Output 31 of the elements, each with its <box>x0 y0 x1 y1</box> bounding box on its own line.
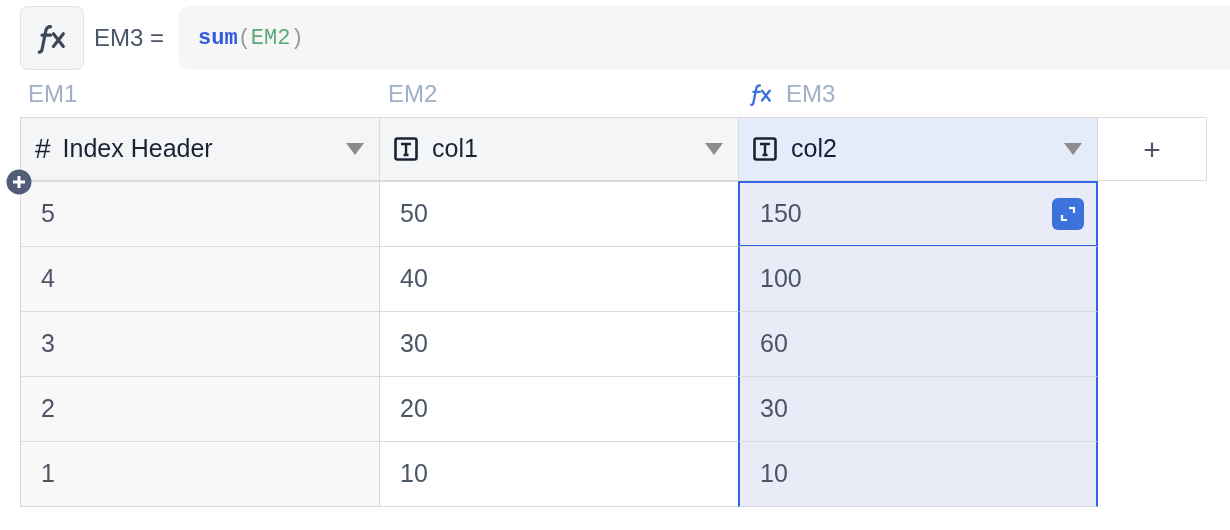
table-cell[interactable]: 10 <box>738 441 1098 507</box>
table-cell[interactable]: 5 <box>20 181 380 247</box>
column-header[interactable]: col2 <box>738 117 1098 181</box>
table-cell[interactable]: 30 <box>738 376 1098 442</box>
dropdown-caret-icon[interactable] <box>704 142 724 156</box>
add-row-icon[interactable] <box>6 169 32 195</box>
table-cell[interactable]: 3 <box>20 311 380 377</box>
add-column-button[interactable]: + <box>1097 117 1207 181</box>
table-cell[interactable]: 100 <box>738 246 1098 312</box>
dropdown-caret-icon[interactable] <box>345 142 365 156</box>
formula-button[interactable] <box>20 6 84 70</box>
table-cell[interactable]: 150 <box>738 181 1098 247</box>
cell-reference: EM3 = <box>94 23 165 53</box>
table-cell[interactable]: 1 <box>20 441 380 507</box>
column-reference: EM3 <box>786 78 836 109</box>
text-type-icon <box>394 137 418 161</box>
formula-input[interactable]: sum(EM2) <box>178 6 1230 70</box>
column-header[interactable]: # Index Header <box>20 117 380 181</box>
column-reference: EM2 <box>388 78 438 109</box>
table-cell[interactable]: 4 <box>20 246 380 312</box>
table-cell[interactable]: 2 <box>20 376 380 442</box>
column-reference: EM1 <box>28 78 78 109</box>
dropdown-caret-icon[interactable] <box>1063 142 1083 156</box>
column-name: col2 <box>791 133 837 165</box>
column-name: col1 <box>432 133 478 165</box>
column-name: Index Header <box>62 133 213 165</box>
text-type-icon <box>753 137 777 161</box>
column-header[interactable]: col1 <box>379 117 739 181</box>
number-type-icon: # <box>35 128 51 170</box>
table-cell[interactable]: 60 <box>738 311 1098 377</box>
expand-icon[interactable] <box>1052 198 1084 230</box>
